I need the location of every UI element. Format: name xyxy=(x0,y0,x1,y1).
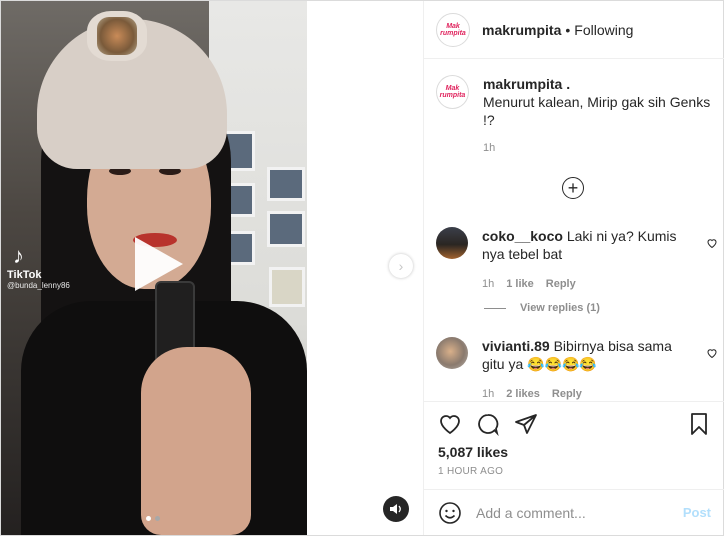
reply-button[interactable]: Reply xyxy=(546,275,576,293)
heart-icon[interactable] xyxy=(706,237,718,249)
caption-avatar[interactable]: Mak rumpita xyxy=(436,75,469,109)
commenter-avatar[interactable] xyxy=(436,227,468,259)
tiktok-icon: ♪ xyxy=(13,243,24,268)
heart-icon[interactable] xyxy=(706,347,718,359)
add-comment-bar: Post xyxy=(424,489,724,535)
share-icon[interactable] xyxy=(514,412,538,436)
wall-photo xyxy=(267,211,305,247)
carousel-dots xyxy=(146,516,160,521)
post-timestamp[interactable]: 1 HOUR AGO xyxy=(438,466,503,477)
comment-time[interactable]: 1h xyxy=(482,275,494,293)
video-media[interactable]: ♪ TikTok @bunda_lenny86 xyxy=(1,1,307,535)
wall-photo xyxy=(267,167,305,201)
comment-username[interactable]: vivianti.89 xyxy=(482,338,550,354)
caption-text: Menurut kalean, Mirip gak sih Genks !? xyxy=(482,94,711,128)
tiktok-watermark: ♪ TikTok @bunda_lenny86 xyxy=(7,243,70,291)
carousel-dot-2[interactable] xyxy=(155,516,160,521)
comment-input[interactable] xyxy=(476,504,666,521)
caption-username[interactable]: makrumpita . xyxy=(483,75,718,93)
next-arrow-icon[interactable]: › xyxy=(389,254,413,278)
follow-status-button[interactable]: Following xyxy=(574,22,633,38)
post-actions: 5,087 likes 1 HOUR AGO xyxy=(424,401,724,491)
post-sidebar: Mak rumpita makrumpita • Following Mak r… xyxy=(423,1,724,535)
hand xyxy=(141,347,251,535)
post-modal: ♪ TikTok @bunda_lenny86 › Mak rumpita ma… xyxy=(0,0,724,536)
brooch xyxy=(97,17,137,55)
comment-username[interactable]: coko__koco xyxy=(482,228,563,244)
post-header: Mak rumpita makrumpita • Following xyxy=(424,1,724,59)
comment-item: vivianti.89 Bibirnya bisa sama gitu ya 😂… xyxy=(436,337,718,403)
like-heart-icon[interactable] xyxy=(438,412,462,436)
comment-icon[interactable] xyxy=(476,412,500,436)
post-button[interactable]: Post xyxy=(683,505,711,520)
comment-item: coko__koco Laki ni ya? Kumis nya tebel b… xyxy=(436,227,718,293)
avatar[interactable]: Mak rumpita xyxy=(436,12,470,47)
play-icon[interactable] xyxy=(125,233,187,295)
header-username[interactable]: makrumpita xyxy=(482,22,561,38)
caption-time: 1h xyxy=(482,142,496,154)
bookmark-icon[interactable] xyxy=(687,412,711,436)
audio-toggle-icon[interactable] xyxy=(383,496,409,522)
calendar xyxy=(269,267,305,307)
carousel-dot-1[interactable] xyxy=(146,516,151,521)
emoji-icon[interactable] xyxy=(438,501,462,525)
view-replies-button[interactable]: View replies (1) xyxy=(484,302,600,314)
load-more-comments-icon[interactable]: + xyxy=(562,177,584,199)
commenter-avatar[interactable] xyxy=(436,337,468,369)
post-caption: Mak rumpita makrumpita . Menurut kalean,… xyxy=(436,75,718,157)
comment-likes[interactable]: 1 like xyxy=(506,275,534,293)
likes-count[interactable]: 5,087 likes xyxy=(438,444,508,460)
